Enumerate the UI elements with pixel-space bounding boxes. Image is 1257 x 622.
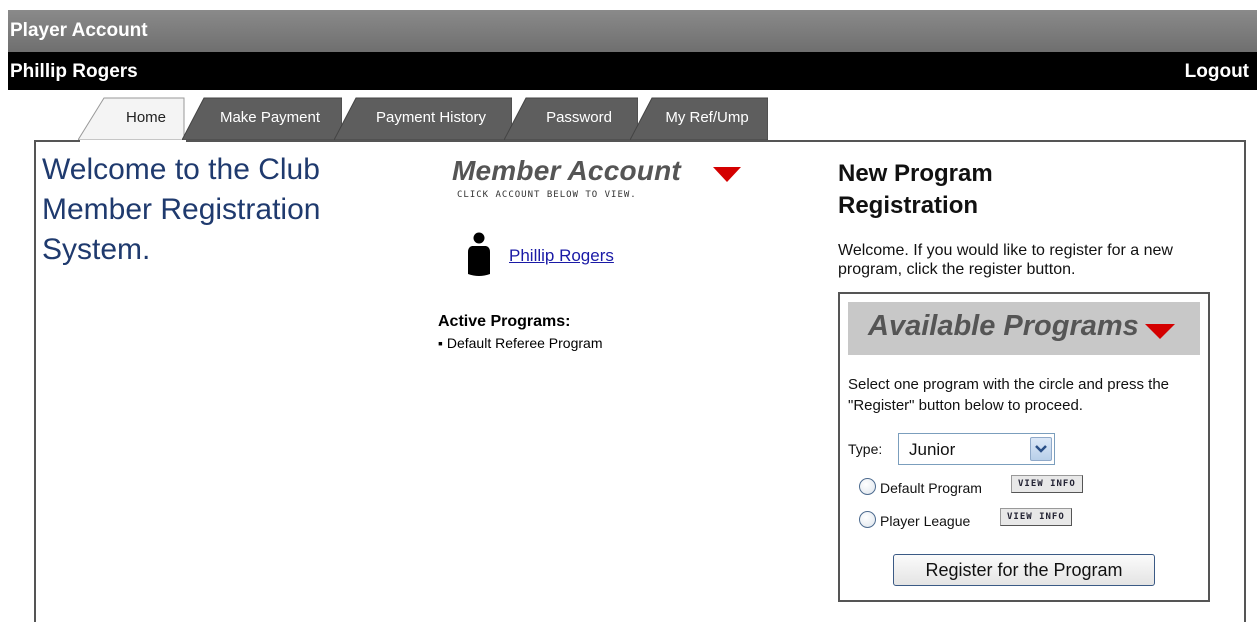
tab-label: Make Payment [219,109,321,126]
tab-my-ref-ump[interactable]: My Ref/Ump [630,96,768,140]
tab-label: My Ref/Ump [665,109,749,126]
header-title: Player Account [10,20,148,41]
member-account-subtitle: CLICK ACCOUNT BELOW TO VIEW. [457,190,637,200]
new-program-description: Welcome. If you would like to register f… [838,242,1173,278]
available-programs-header: Available Programs [848,302,1200,355]
chevron-down-icon [1035,445,1047,453]
program-radio-default[interactable] [859,478,876,495]
type-select[interactable]: Junior [898,433,1055,465]
tab-label: Password [546,109,612,126]
type-label: Type: [848,441,883,457]
person-icon [468,232,490,276]
active-program-item: ▪ Default Referee Program [438,335,603,351]
active-tab-joint [80,140,186,143]
triangle-down-icon [1145,324,1175,339]
welcome-heading: Welcome to the Club Member Registration … [42,153,321,266]
program-instructions: Select one program with the circle and p… [848,376,1169,414]
tab-password[interactable]: Password [504,96,638,140]
view-info-button-default[interactable]: VIEW INFO [1011,475,1083,493]
triangle-down-icon [713,167,741,182]
top-header-bar: Player Account [8,10,1257,52]
tab-label: Payment History [375,109,487,126]
program-label-player-league: Player League [880,513,971,529]
type-select-value: Junior [909,440,956,459]
available-programs-title: Available Programs [868,310,1139,342]
new-program-title: New Program Registration [838,160,993,219]
tab-home[interactable]: Home [78,96,190,140]
tab-make-payment[interactable]: Make Payment [182,96,342,140]
active-programs-label: Active Programs: [438,313,571,330]
tab-label: Home [125,109,166,126]
select-dropdown-button[interactable] [1030,437,1052,461]
view-info-button-player-league[interactable]: VIEW INFO [1000,508,1072,526]
logout-link[interactable]: Logout [1185,61,1249,83]
user-name: Phillip Rogers [10,61,138,82]
program-radio-player-league[interactable] [859,511,876,528]
user-bar: Phillip Rogers Logout [8,52,1257,90]
register-button[interactable]: Register for the Program [893,554,1155,586]
program-label-default: Default Program [880,480,982,496]
tab-payment-history[interactable]: Payment History [334,96,512,140]
member-account-link[interactable]: Phillip Rogers [509,246,614,266]
member-account-title: Member Account [452,155,681,186]
